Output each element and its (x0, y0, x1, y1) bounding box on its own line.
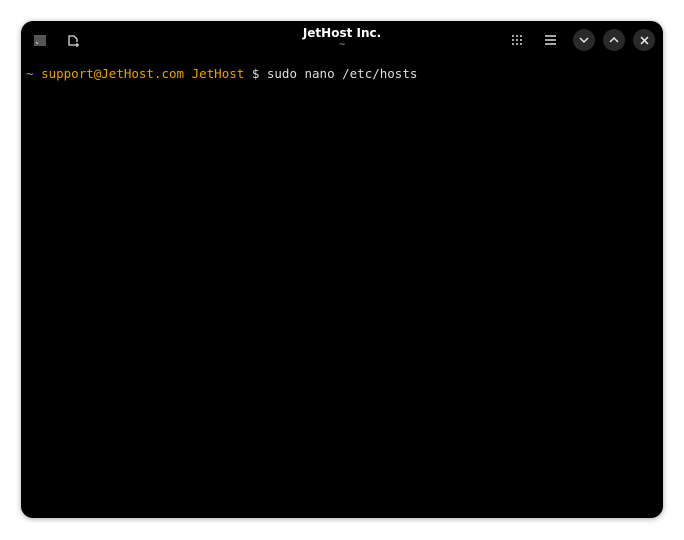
prompt-tilde: ~ (26, 66, 34, 81)
grid-icon[interactable] (506, 29, 528, 51)
menu-icon[interactable] (539, 29, 561, 51)
prompt-symbol: $ (251, 66, 260, 81)
close-button[interactable] (633, 29, 655, 51)
minimize-button[interactable] (573, 29, 595, 51)
prompt-user-host: support@JetHost.com (41, 66, 185, 81)
header-bar[interactable]: JetHost Inc. ~ (21, 21, 663, 61)
terminal-window: JetHost Inc. ~ ~ support@JetHost.com Jet… (21, 21, 663, 518)
terminal-output[interactable]: ~ support@JetHost.com JetHost $ sudo nan… (26, 66, 417, 81)
maximize-button[interactable] (603, 29, 625, 51)
window-title: JetHost Inc. (302, 26, 382, 40)
command-text: sudo nano /etc/hosts (266, 66, 418, 81)
window-subtitle: ~ (338, 40, 346, 50)
prompt-dir: JetHost (191, 66, 245, 81)
